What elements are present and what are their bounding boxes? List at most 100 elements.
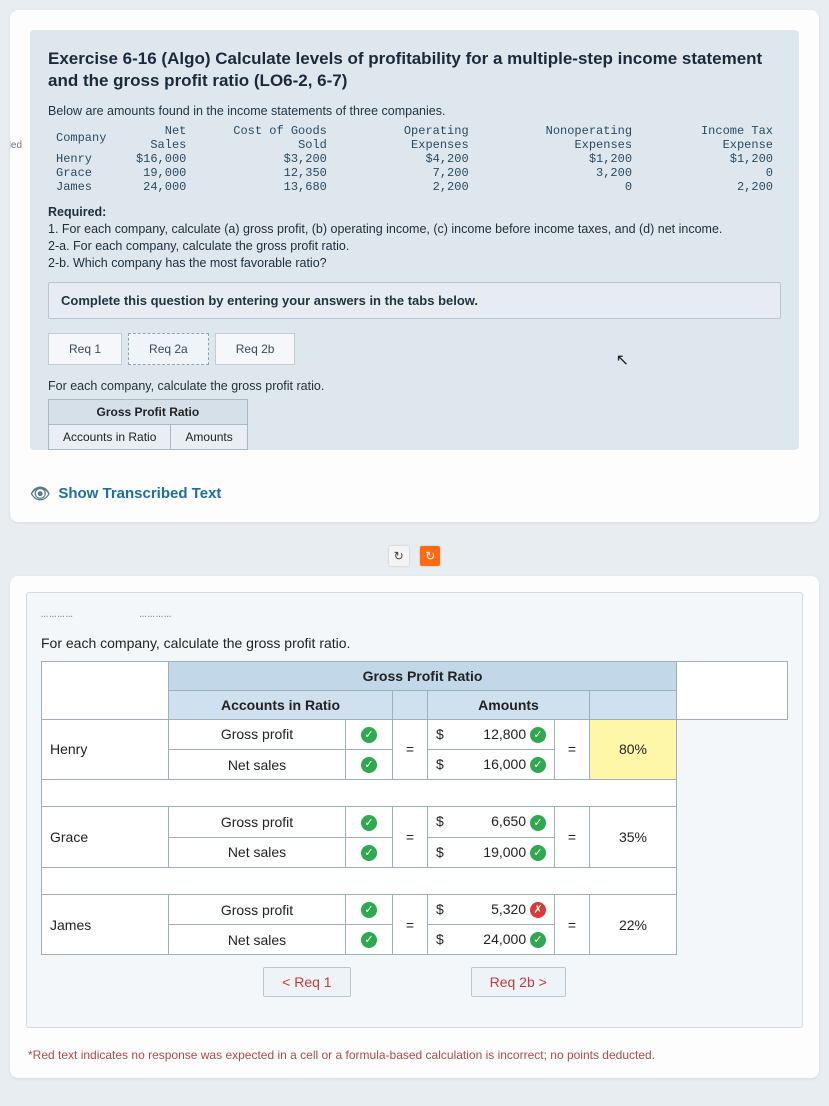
equals-sign: =	[393, 719, 428, 780]
cell: Henry	[48, 152, 114, 166]
cell: $1,200	[477, 152, 640, 166]
cell: 19,000	[114, 166, 194, 180]
cell: $3,200	[194, 152, 335, 166]
cursor-icon: ↖	[616, 350, 629, 370]
tabs-row: Req 1 Req 2a Req 2b	[48, 333, 781, 365]
table-row: James 24,000 13,680 2,200 0 2,200	[48, 180, 781, 194]
company-grace: Grace	[42, 807, 169, 868]
james-percent[interactable]: 22%	[590, 894, 677, 955]
show-transcribed-label: Show Transcribed Text	[58, 485, 221, 502]
cell: 3,200	[477, 166, 640, 180]
check-icon: ✓	[530, 845, 546, 861]
tab-req-2b[interactable]: Req 2b	[215, 333, 296, 365]
rotate-icon[interactable]: ↻	[389, 546, 409, 566]
mini-gpr-header-table: Gross Profit Ratio Accounts in Ratio Amo…	[48, 399, 248, 450]
equals-sign: =	[555, 719, 590, 780]
table-row: Henry Gross profit ✓ = $12,800 ✓ = 80%	[42, 719, 788, 749]
footnote-text: *Red text indicates no response was expe…	[10, 1044, 819, 1062]
cell: 0	[640, 166, 781, 180]
answer-inner: ………… ………… For each company, calculate th…	[26, 592, 803, 1029]
grace-numerator-amount[interactable]: $6,650 ✓	[428, 807, 555, 837]
grace-numerator-label[interactable]: Gross profit	[169, 807, 346, 837]
check-icon: ✓	[361, 815, 377, 831]
table-row: Grace Gross profit ✓ = $6,650 ✓ = 35%	[42, 807, 788, 837]
col-accounts: Accounts in Ratio	[169, 690, 393, 719]
henry-numerator-amount[interactable]: $12,800 ✓	[428, 719, 555, 749]
check-icon: ✓	[361, 902, 377, 918]
question-card: rded Exercise 6-16 (Algo) Calculate leve…	[10, 10, 819, 522]
tab-req-2a[interactable]: Req 2a	[128, 333, 209, 365]
exercise-title: Exercise 6-16 (Algo) Calculate levels of…	[48, 48, 781, 92]
dashed-separator: ………… …………	[41, 607, 788, 629]
equals-sign: =	[555, 894, 590, 955]
cell: 7,200	[335, 166, 477, 180]
grace-denominator-label[interactable]: Net sales	[169, 837, 346, 867]
prev-req-button[interactable]: < Req 1	[263, 967, 350, 997]
complete-instruction-box: Complete this question by entering your …	[48, 282, 781, 319]
grace-percent[interactable]: 35%	[590, 807, 677, 868]
nav-row: < Req 1 Req 2b >	[41, 967, 788, 997]
cell: James	[48, 180, 114, 194]
th-tax-exp: Income Tax Expense	[640, 124, 781, 152]
table-row: Henry $16,000 $3,200 $4,200 $1,200 $1,20…	[48, 152, 781, 166]
equals-sign: =	[555, 807, 590, 868]
james-numerator-label[interactable]: Gross profit	[169, 894, 346, 924]
cell: $16,000	[114, 152, 194, 166]
th-company: Company	[48, 124, 114, 152]
th-op-exp: Operating Expenses	[335, 124, 477, 152]
check-icon: ✓	[530, 815, 546, 831]
henry-denominator-label[interactable]: Net sales	[169, 749, 346, 779]
company-henry: Henry	[42, 719, 169, 780]
th-cogs: Cost of Goods Sold	[194, 124, 335, 152]
col-amounts: Amounts	[428, 690, 590, 719]
check-icon: ✓	[361, 727, 377, 743]
equals-sign: =	[393, 807, 428, 868]
group-header: Gross Profit Ratio	[169, 661, 677, 690]
question-image-area: rded Exercise 6-16 (Algo) Calculate leve…	[30, 30, 799, 450]
eye-icon: 👁	[30, 484, 50, 504]
mini-accounts-header: Accounts in Ratio	[49, 424, 171, 449]
cell: $1,200	[640, 152, 781, 166]
james-numerator-amount[interactable]: $5,320 ✗	[428, 894, 555, 924]
cell: 2,200	[640, 180, 781, 194]
check-icon: ✓	[530, 727, 546, 743]
check-icon: ✓	[361, 932, 377, 948]
show-transcribed-text-button[interactable]: 👁 Show Transcribed Text	[10, 470, 819, 522]
grace-denominator-amount[interactable]: $19,000 ✓	[428, 837, 555, 867]
answer-instruction: For each company, calculate the gross pr…	[41, 635, 788, 651]
refresh-icon[interactable]: ↻	[420, 546, 440, 566]
cell: $4,200	[335, 152, 477, 166]
cell: 24,000	[114, 180, 194, 194]
th-net-sales: Net Sales	[114, 124, 194, 152]
company-james: James	[42, 894, 169, 955]
table-row: James Gross profit ✓ = $5,320 ✗ = 22%	[42, 894, 788, 924]
image-controls: ↻ ↻	[10, 540, 819, 576]
tab-instruction: For each company, calculate the gross pr…	[48, 379, 781, 393]
cell: 13,680	[194, 180, 335, 194]
gross-profit-ratio-table: Gross Profit Ratio Accounts in Ratio Amo…	[41, 661, 788, 956]
cell: 12,350	[194, 166, 335, 180]
mini-amounts-header: Amounts	[171, 424, 247, 449]
james-denominator-label[interactable]: Net sales	[169, 925, 346, 955]
james-denominator-amount[interactable]: $24,000 ✓	[428, 925, 555, 955]
required-text: 1. For each company, calculate (a) gross…	[48, 222, 722, 270]
tab-req-1[interactable]: Req 1	[48, 333, 122, 365]
company-data-table: Company Net Sales Cost of Goods Sold Ope…	[48, 124, 781, 194]
next-req-button[interactable]: Req 2b >	[471, 967, 566, 997]
table-row: Grace 19,000 12,350 7,200 3,200 0	[48, 166, 781, 180]
cell: 2,200	[335, 180, 477, 194]
check-icon: ✓	[530, 932, 546, 948]
cell: Grace	[48, 166, 114, 180]
check-icon: ✓	[530, 757, 546, 773]
cell: 0	[477, 180, 640, 194]
henry-percent[interactable]: 80%	[590, 719, 677, 780]
henry-denominator-amount[interactable]: $16,000 ✓	[428, 749, 555, 779]
th-nonop-exp: Nonoperating Expenses	[477, 124, 640, 152]
mini-group-header: Gross Profit Ratio	[49, 399, 248, 424]
truncated-side-text: rded	[10, 140, 22, 151]
henry-numerator-label[interactable]: Gross profit	[169, 719, 346, 749]
x-icon: ✗	[530, 902, 546, 918]
exercise-intro: Below are amounts found in the income st…	[48, 104, 781, 118]
equals-sign: =	[393, 894, 428, 955]
check-icon: ✓	[361, 845, 377, 861]
